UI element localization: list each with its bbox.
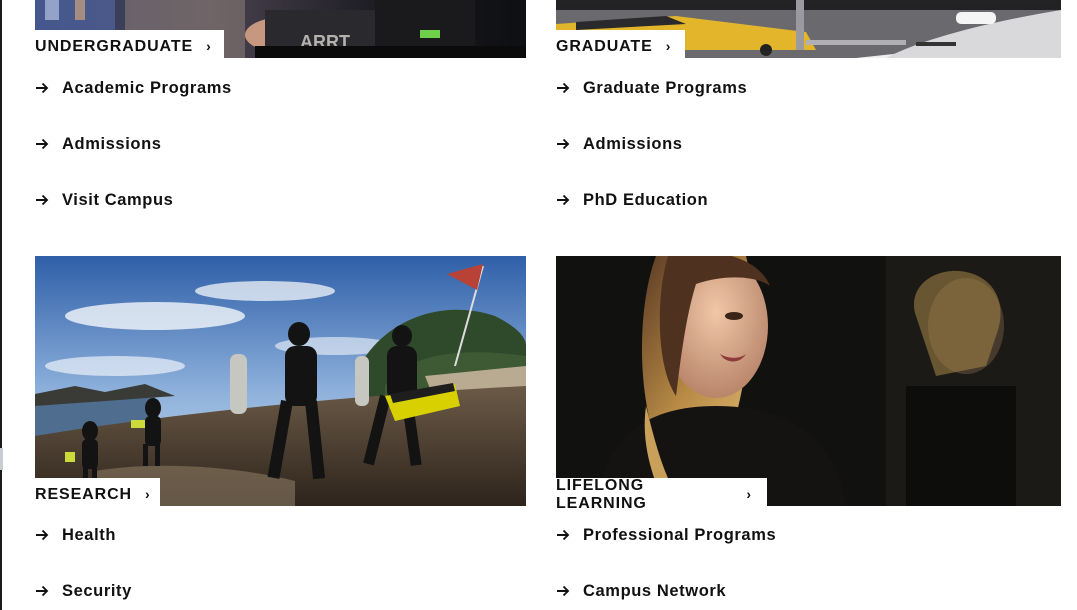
arrow-right-icon [36, 194, 49, 206]
arrow-right-icon [557, 194, 570, 206]
left-edge-rule [0, 0, 2, 610]
link-health[interactable]: Health [35, 507, 132, 563]
arrow-right-icon [36, 138, 49, 150]
link-label: Visit Campus [62, 190, 174, 209]
lifelong-learning-link-list: Professional Programs Campus Network [556, 507, 776, 610]
link-academic-programs[interactable]: Academic Programs [35, 60, 232, 116]
link-admissions[interactable]: Admissions [35, 116, 232, 172]
link-label: Campus Network [583, 581, 727, 600]
arrow-right-icon [557, 82, 570, 94]
undergraduate-heading-link[interactable]: UNDERGRADUATE › [35, 30, 224, 63]
page: ARRT UNDERGRADUATE › Academic Programs A… [0, 0, 1077, 610]
link-admissions[interactable]: Admissions [556, 116, 747, 172]
arrow-right-icon [557, 529, 570, 541]
link-label: Admissions [62, 134, 162, 153]
link-security[interactable]: Security [35, 563, 132, 610]
scuba-divers-image [35, 256, 526, 506]
link-graduate-programs[interactable]: Graduate Programs [556, 60, 747, 116]
link-label: Health [62, 525, 117, 544]
woman-portrait-photo[interactable] [556, 256, 1061, 506]
link-label: Academic Programs [62, 78, 232, 97]
arrow-right-icon [36, 585, 49, 597]
graduate-heading-link[interactable]: GRADUATE › [556, 30, 685, 63]
scuba-divers-beach-photo[interactable] [35, 256, 526, 506]
arrow-right-icon [557, 138, 570, 150]
woman-portrait-image [556, 256, 1061, 506]
link-professional-programs[interactable]: Professional Programs [556, 507, 776, 563]
arrow-right-icon [36, 529, 49, 541]
link-label: Graduate Programs [583, 78, 748, 97]
chevron-right-icon: › [206, 37, 211, 54]
undergraduate-heading: UNDERGRADUATE [35, 37, 194, 55]
chevron-right-icon: › [145, 485, 150, 502]
arrow-right-icon [557, 585, 570, 597]
link-visit-campus[interactable]: Visit Campus [35, 172, 232, 228]
link-label: Security [62, 581, 132, 600]
research-heading: RESEARCH [35, 485, 132, 503]
link-label: Admissions [583, 134, 683, 153]
chevron-right-icon: › [746, 485, 751, 502]
left-edge-scrollbar[interactable] [0, 448, 3, 470]
undergraduate-link-list: Academic Programs Admissions Visit Campu… [35, 60, 232, 228]
arrow-right-icon [36, 82, 49, 94]
chevron-right-icon: › [665, 37, 671, 54]
link-label: PhD Education [583, 190, 709, 209]
graduate-heading: GRADUATE [556, 37, 653, 55]
link-phd-education[interactable]: PhD Education [556, 172, 747, 228]
graduate-link-list: Graduate Programs Admissions PhD Educati… [556, 60, 747, 228]
link-campus-network[interactable]: Campus Network [556, 563, 776, 610]
link-label: Professional Programs [583, 525, 777, 544]
research-link-list: Health Security [35, 507, 132, 610]
